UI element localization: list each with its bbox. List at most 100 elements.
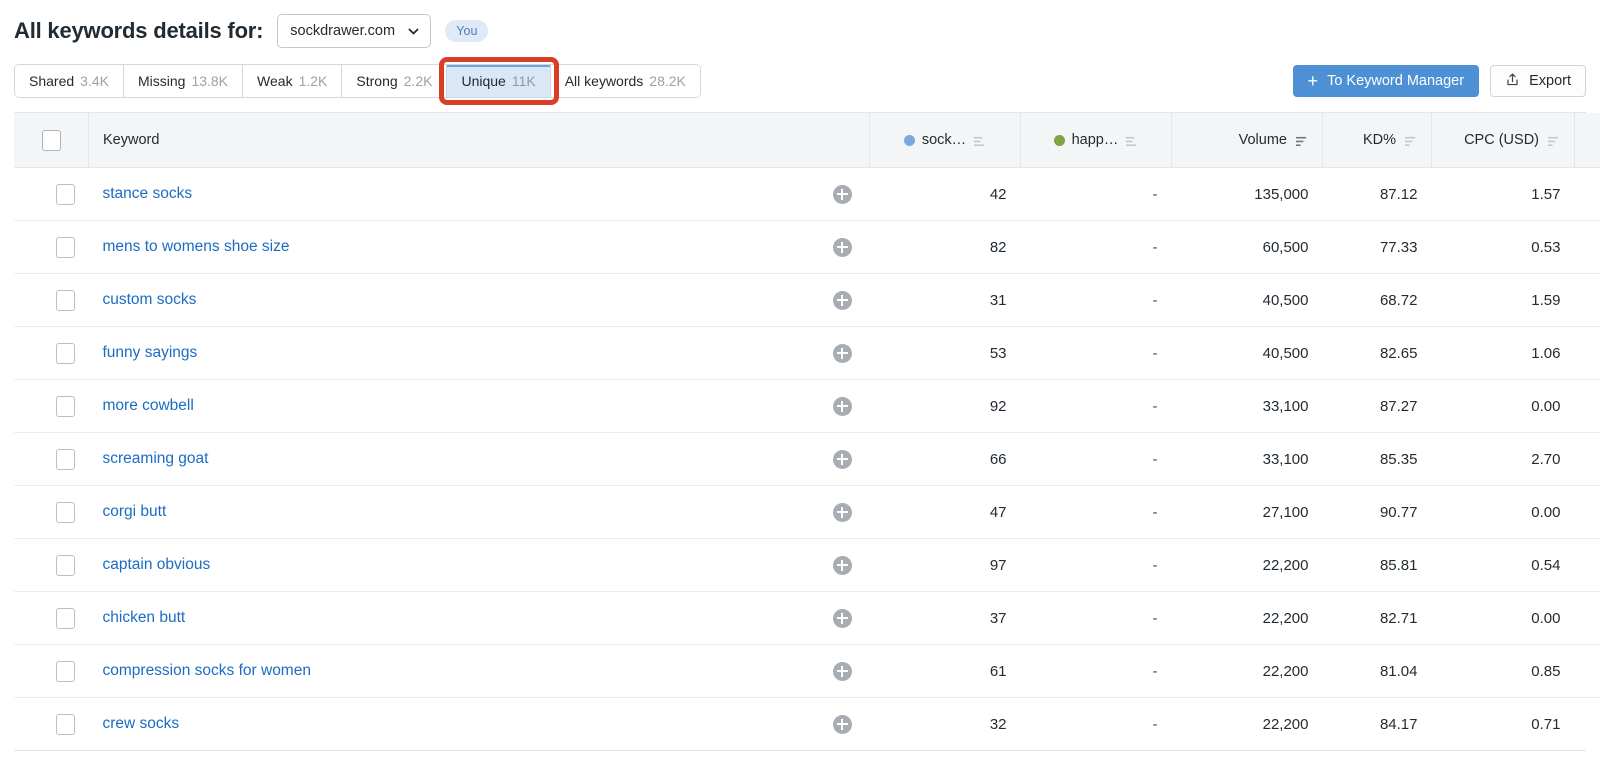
row-select-cell	[14, 432, 89, 486]
to-keyword-manager-button[interactable]: + To Keyword Manager	[1292, 65, 1480, 97]
keyword-link[interactable]: screaming goat	[103, 450, 209, 468]
sort-icon[interactable]	[1404, 135, 1417, 146]
tab-count: 2.2K	[403, 73, 433, 89]
sort-icon[interactable]	[1125, 135, 1138, 146]
add-keyword-icon[interactable]	[832, 343, 852, 363]
add-keyword-icon[interactable]	[832, 714, 852, 734]
volume-cell: 60,500	[1171, 220, 1323, 274]
volume-cell: 40,500	[1171, 326, 1323, 380]
keyword-cell: screaming goat	[88, 432, 870, 486]
row-select-cell	[14, 538, 89, 592]
to-keyword-manager-label: To Keyword Manager	[1327, 73, 1465, 89]
keyword-link[interactable]: corgi butt	[103, 503, 167, 521]
row-checkbox[interactable]	[55, 448, 75, 470]
row-checkbox[interactable]	[55, 607, 75, 629]
kd-cell: 82.71	[1322, 591, 1432, 645]
keyword-link[interactable]: chicken butt	[103, 609, 186, 627]
kd-cell: 77.33	[1322, 220, 1432, 274]
tab-weak[interactable]: Weak 1.2K	[243, 65, 343, 97]
sort-icon-active[interactable]	[1295, 135, 1308, 146]
row-checkbox[interactable]	[55, 395, 75, 417]
export-button[interactable]: Export	[1490, 65, 1586, 97]
filter-toolbar: Shared 3.4K Missing 13.8K Weak 1.2K Stro…	[0, 52, 1600, 105]
add-keyword-icon[interactable]	[832, 184, 852, 204]
header-volume[interactable]: Volume	[1171, 113, 1323, 168]
volume-cell: 135,000	[1171, 167, 1323, 221]
row-checkbox[interactable]	[55, 289, 75, 311]
cpc-cell: 0.71	[1431, 697, 1575, 750]
volume-cell: 22,200	[1171, 644, 1323, 698]
kd-cell: 81.04	[1322, 644, 1432, 698]
keyword-link[interactable]: crew socks	[103, 715, 180, 733]
keyword-cell: captain obvious	[88, 538, 870, 592]
happ-domain-color-dot	[1053, 134, 1065, 146]
add-keyword-icon[interactable]	[832, 502, 852, 522]
add-keyword-icon[interactable]	[832, 555, 852, 575]
add-keyword-icon[interactable]	[832, 237, 852, 257]
cpc-cell: 0.54	[1431, 538, 1575, 592]
add-keyword-icon[interactable]	[832, 396, 852, 416]
header-happ-domain[interactable]: happ…	[1020, 113, 1172, 168]
header-kd[interactable]: KD%	[1322, 113, 1432, 168]
table-body: stance socks42-135,00087.121.571134Mmens…	[14, 167, 1600, 750]
header-com[interactable]: Com.	[1574, 113, 1600, 168]
add-keyword-icon[interactable]	[832, 661, 852, 681]
keyword-link[interactable]: compression socks for women	[103, 662, 311, 680]
header-kd-label: KD%	[1362, 132, 1396, 148]
keyword-link[interactable]: captain obvious	[103, 556, 211, 574]
sort-icon[interactable]	[1547, 135, 1560, 146]
table-row: corgi butt47-27,10090.770.000.722.7M	[14, 485, 1600, 539]
sock-rank-cell: 42	[869, 167, 1021, 221]
sort-icon[interactable]	[973, 135, 986, 146]
keyword-link[interactable]: custom socks	[103, 291, 197, 309]
tab-all-keywords[interactable]: All keywords 28.2K	[550, 65, 700, 97]
page-header: All keywords details for: sockdrawer.com…	[0, 0, 1600, 52]
row-select-cell	[14, 485, 89, 539]
row-select-cell	[14, 326, 89, 380]
add-keyword-icon[interactable]	[832, 449, 852, 469]
tab-unique[interactable]: Unique 11K	[447, 65, 551, 97]
keyword-link[interactable]: mens to womens shoe size	[103, 238, 290, 256]
row-checkbox[interactable]	[55, 660, 75, 682]
kd-cell: 90.77	[1322, 485, 1432, 539]
table-row: funny sayings53-40,50082.651.060.01424M	[14, 326, 1600, 380]
add-keyword-icon[interactable]	[832, 608, 852, 628]
row-select-cell	[14, 591, 89, 645]
select-all-checkbox[interactable]	[41, 129, 61, 151]
tab-count: 28.2K	[649, 73, 686, 89]
row-checkbox[interactable]	[55, 554, 75, 576]
keyword-link[interactable]: funny sayings	[103, 344, 198, 362]
row-checkbox[interactable]	[55, 236, 75, 258]
header-volume-label: Volume	[1238, 132, 1287, 148]
happ-rank-cell: -	[1020, 644, 1172, 698]
happ-rank-cell: -	[1020, 379, 1172, 433]
row-checkbox[interactable]	[55, 501, 75, 523]
header-keyword[interactable]: Keyword	[88, 113, 870, 168]
tab-label: Weak	[257, 73, 293, 89]
tab-strong[interactable]: Strong 2.2K	[342, 65, 448, 97]
header-cpc[interactable]: CPC (USD)	[1431, 113, 1575, 168]
cpc-cell: 1.59	[1431, 273, 1575, 327]
domain-select[interactable]: sockdrawer.com	[277, 14, 432, 48]
table-row: crew socks32-22,20084.170.711119M	[14, 697, 1600, 750]
tab-missing[interactable]: Missing 13.8K	[123, 65, 244, 97]
volume-cell: 22,200	[1171, 591, 1323, 645]
happ-rank-cell: -	[1020, 485, 1172, 539]
table-row: mens to womens shoe size 82-60,500 77.33 0.…	[14, 220, 1600, 274]
row-select-cell	[14, 273, 89, 327]
add-keyword-icon[interactable]	[832, 290, 852, 310]
volume-cell: 22,200	[1171, 538, 1323, 592]
sock-rank-cell: 32	[869, 697, 1021, 750]
row-checkbox[interactable]	[55, 183, 75, 205]
tab-shared[interactable]: Shared 3.4K	[15, 65, 124, 97]
keyword-link[interactable]: stance socks	[103, 185, 193, 203]
happ-rank-cell: -	[1020, 326, 1172, 380]
header-sock-domain[interactable]: sock…	[869, 113, 1021, 168]
row-checkbox[interactable]	[55, 713, 75, 735]
tab-count: 1.2K	[298, 73, 328, 89]
happ-rank-cell: -	[1020, 220, 1172, 274]
chevron-down-icon	[407, 25, 420, 38]
row-select-cell	[14, 644, 89, 698]
row-checkbox[interactable]	[55, 342, 75, 364]
keyword-link[interactable]: more cowbell	[103, 397, 194, 415]
